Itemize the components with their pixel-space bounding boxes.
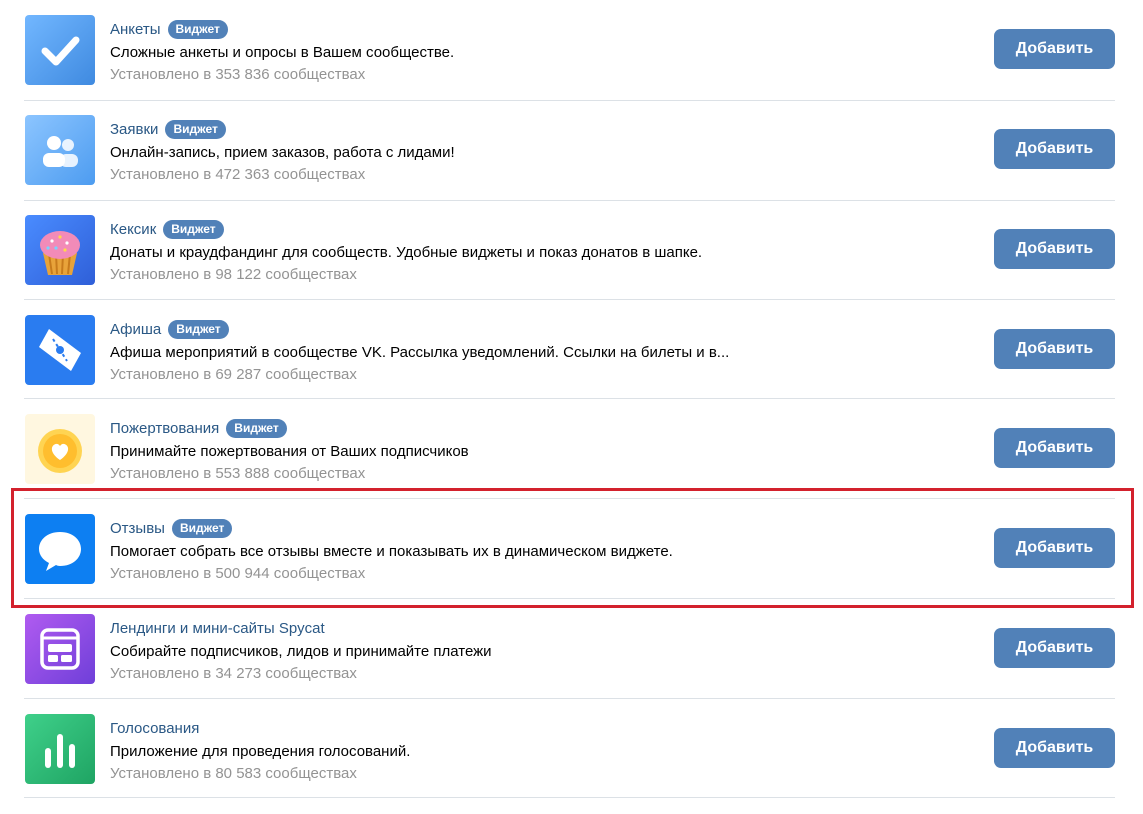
app-row-otzyvy: Отзывы Виджет Помогает собрать все отзыв…: [24, 514, 1118, 614]
app-title[interactable]: Кексик: [110, 221, 156, 238]
app-title[interactable]: Голосования: [110, 720, 199, 737]
app-description: Принимайте пожертвования от Ваших подпис…: [110, 443, 469, 460]
app-row-pozhertvovaniya: Пожертвования Виджет Принимайте пожертво…: [24, 414, 1118, 514]
add-button[interactable]: Добавить: [994, 329, 1115, 369]
widget-badge: Виджет: [165, 119, 226, 139]
add-button[interactable]: Добавить: [994, 29, 1115, 69]
row-divider: [24, 100, 1115, 101]
bar-chart-icon[interactable]: [25, 714, 95, 784]
app-title[interactable]: Лендинги и мини-сайты Spycat: [110, 620, 325, 637]
apps-list: Анкеты Виджет Сложные анкеты и опросы в …: [0, 0, 1143, 806]
install-count: Установлено в 98 122 сообществах: [110, 266, 357, 283]
row-divider: [24, 498, 1115, 499]
add-button[interactable]: Добавить: [994, 728, 1115, 768]
heart-coin-icon[interactable]: [25, 414, 95, 484]
app-title[interactable]: Афиша: [110, 321, 161, 338]
row-divider: [24, 200, 1115, 201]
install-count: Установлено в 353 836 сообществах: [110, 66, 366, 83]
row-divider: [24, 299, 1115, 300]
app-description: Приложение для проведения голосований.: [110, 743, 411, 760]
app-description: Помогает собрать все отзывы вместе и пок…: [110, 543, 673, 560]
install-count: Установлено в 34 273 сообществах: [110, 665, 357, 682]
row-divider: [24, 398, 1115, 399]
app-title[interactable]: Анкеты: [110, 21, 161, 38]
app-row-spycat: Лендинги и мини-сайты Spycat Собирайте п…: [24, 614, 1118, 714]
add-button[interactable]: Добавить: [994, 428, 1115, 468]
add-button[interactable]: Добавить: [994, 628, 1115, 668]
people-icon[interactable]: [25, 115, 95, 185]
install-count: Установлено в 80 583 сообществах: [110, 765, 357, 782]
add-button[interactable]: Добавить: [994, 528, 1115, 568]
widget-badge: Виджет: [226, 418, 287, 438]
app-row-keksik: Кексик Виджет Донаты и краудфандинг для …: [24, 215, 1118, 315]
app-title[interactable]: Пожертвования: [110, 420, 219, 437]
app-row-golosovaniya: Голосования Приложение для проведения го…: [24, 714, 1118, 814]
row-divider: [24, 698, 1115, 699]
widget-badge: Виджет: [167, 19, 228, 39]
install-count: Установлено в 69 287 сообществах: [110, 366, 357, 383]
app-description: Сложные анкеты и опросы в Вашем сообщест…: [110, 44, 455, 61]
widget-badge: Виджет: [171, 518, 233, 538]
app-row-afisha: Афиша Виджет Афиша мероприятий в сообщес…: [24, 315, 1118, 415]
add-button[interactable]: Добавить: [994, 229, 1115, 269]
app-title[interactable]: Отзывы: [110, 520, 165, 537]
app-description: Донаты и краудфандинг для сообществ. Удо…: [110, 244, 703, 261]
widget-badge: Виджет: [168, 319, 229, 339]
app-description: Онлайн-запись, прием заказов, работа с л…: [110, 144, 455, 161]
checkmark-icon[interactable]: [25, 15, 95, 85]
ticket-icon[interactable]: [25, 315, 95, 385]
row-divider: [24, 797, 1115, 798]
row-divider: [24, 598, 1115, 599]
app-description: Афиша мероприятий в сообществе VK. Рассы…: [110, 344, 730, 361]
install-count: Установлено в 553 888 сообществах: [110, 465, 366, 482]
app-title[interactable]: Заявки: [110, 121, 158, 138]
add-button[interactable]: Добавить: [994, 129, 1115, 169]
install-count: Установлено в 472 363 сообществах: [110, 166, 366, 183]
landing-page-icon[interactable]: [25, 614, 95, 684]
speech-bubble-icon[interactable]: [25, 514, 95, 584]
install-count: Установлено в 500 944 сообществах: [110, 565, 366, 582]
app-description: Собирайте подписчиков, лидов и принимайт…: [110, 643, 492, 660]
widget-badge: Виджет: [163, 219, 224, 239]
cupcake-icon[interactable]: [25, 215, 95, 285]
